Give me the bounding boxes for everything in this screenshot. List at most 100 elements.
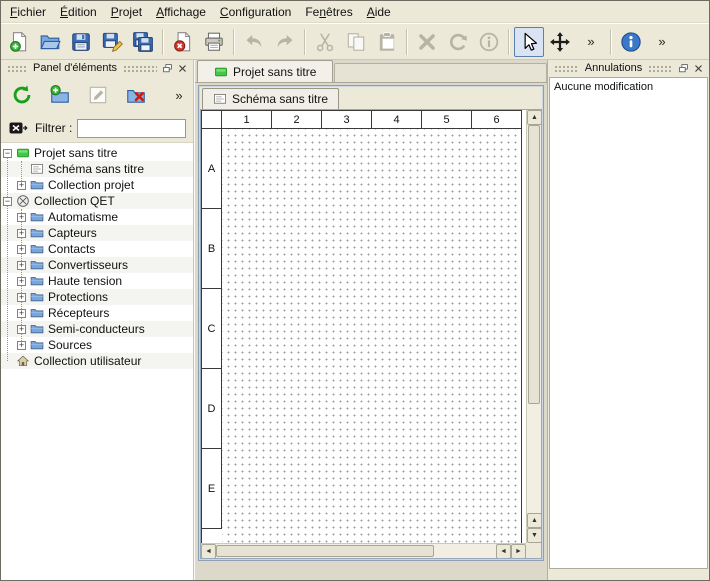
save-all-button[interactable] bbox=[128, 27, 158, 57]
delete-element-button[interactable] bbox=[121, 80, 151, 110]
open-project-button[interactable] bbox=[35, 27, 65, 57]
expander-plus[interactable]: + bbox=[17, 325, 26, 334]
elements-overflow-button[interactable]: » bbox=[171, 80, 187, 110]
folder-icon bbox=[30, 258, 44, 272]
expander-plus[interactable]: + bbox=[17, 213, 26, 222]
tree-item-collection-projet[interactable]: +Collection projet bbox=[1, 177, 193, 193]
tree-item-recepteurs[interactable]: +Récepteurs bbox=[1, 305, 193, 321]
tree-item-capteurs[interactable]: +Capteurs bbox=[1, 225, 193, 241]
element-new-icon bbox=[49, 84, 71, 106]
horizontal-scroll-thumb[interactable] bbox=[216, 545, 434, 557]
horizontal-scrollbar[interactable]: ◄ ◄ ► bbox=[201, 543, 526, 558]
toolbar-separator bbox=[508, 29, 510, 55]
move-cross-icon bbox=[549, 31, 571, 53]
tree-guide-line bbox=[7, 153, 8, 361]
elements-panel-header[interactable]: Panel d'éléments bbox=[1, 60, 193, 76]
cut-button bbox=[310, 27, 340, 57]
tree-item-schema-sans-titre[interactable]: Schéma sans titre bbox=[1, 161, 193, 177]
tree-item-semi-conducteurs[interactable]: +Semi-conducteurs bbox=[1, 321, 193, 337]
tree-item-haute-tension[interactable]: +Haute tension bbox=[1, 273, 193, 289]
project-subwindow: Schéma sans titre 123456 ABCDE ▲ bbox=[198, 85, 544, 561]
schema-icon bbox=[30, 162, 44, 176]
expander-plus[interactable]: + bbox=[17, 261, 26, 270]
tree-item-projet-sans-titre[interactable]: −Projet sans titre bbox=[1, 145, 193, 161]
menu-aide[interactable]: Aide bbox=[360, 2, 398, 22]
clear-filter-button[interactable] bbox=[6, 116, 30, 140]
close-file-button[interactable] bbox=[168, 27, 198, 57]
reload-collections-button[interactable] bbox=[7, 80, 37, 110]
tree-item-label: Collection utilisateur bbox=[34, 354, 141, 368]
save-as-button[interactable] bbox=[97, 27, 127, 57]
float-panel-button[interactable] bbox=[676, 61, 691, 75]
dock-grip[interactable] bbox=[123, 64, 157, 72]
ruler-column-1: 1 bbox=[222, 111, 272, 129]
expander-plus[interactable]: + bbox=[17, 341, 26, 350]
expander-plus[interactable]: + bbox=[17, 229, 26, 238]
dock-grip[interactable] bbox=[648, 64, 673, 72]
print-button[interactable] bbox=[199, 27, 229, 57]
undo-panel-header[interactable]: Annulations bbox=[548, 60, 709, 76]
float-panel-button[interactable] bbox=[160, 61, 175, 75]
scroll-up-button-2[interactable]: ▲ bbox=[527, 513, 542, 528]
menu-configuration[interactable]: Configuration bbox=[213, 2, 298, 22]
scroll-left-button-2[interactable]: ◄ bbox=[496, 544, 511, 559]
expander-plus[interactable]: + bbox=[17, 245, 26, 254]
tree-item-collection-qet[interactable]: −Collection QET bbox=[1, 193, 193, 209]
dock-grip[interactable] bbox=[7, 64, 27, 72]
expander-minus[interactable]: − bbox=[3, 197, 12, 206]
expander-plus[interactable]: + bbox=[17, 309, 26, 318]
save-button[interactable] bbox=[66, 27, 96, 57]
tab-projet-sans-titre[interactable]: Projet sans titre bbox=[197, 60, 333, 82]
scroll-left-button[interactable]: ◄ bbox=[201, 544, 216, 559]
tree-item-automatisme[interactable]: +Automatisme bbox=[1, 209, 193, 225]
vertical-scroll-track[interactable] bbox=[527, 125, 541, 513]
diagram-grid[interactable] bbox=[222, 129, 522, 559]
selection-mode-button[interactable] bbox=[514, 27, 544, 57]
menu-affichage[interactable]: Affichage bbox=[149, 2, 213, 22]
dock-grip[interactable] bbox=[554, 64, 579, 72]
filter-input[interactable] bbox=[77, 119, 186, 138]
ruler-row-E: E bbox=[202, 449, 222, 529]
expander-plus[interactable]: + bbox=[17, 181, 26, 190]
vertical-scrollbar[interactable]: ▲ ▲ ▼ bbox=[526, 110, 541, 543]
expander-plus[interactable]: + bbox=[17, 293, 26, 302]
vertical-scroll-thumb[interactable] bbox=[528, 125, 540, 404]
elements-panel: Panel d'éléments » Filtrer : −Projet san… bbox=[1, 60, 194, 580]
rotate-icon bbox=[447, 31, 469, 53]
tree-item-collection-utilisateur[interactable]: Collection utilisateur bbox=[1, 353, 193, 369]
toolbar-separator bbox=[233, 29, 235, 55]
tree-item-sources[interactable]: + Sources bbox=[1, 337, 193, 353]
pan-mode-button[interactable] bbox=[545, 27, 575, 57]
tree-item-protections[interactable]: +Protections bbox=[1, 289, 193, 305]
horizontal-scroll-track[interactable] bbox=[216, 544, 496, 558]
diagram-view[interactable]: 123456 ABCDE ▲ ▲ ▼ bbox=[200, 109, 542, 559]
menu-fenetres[interactable]: Fenêtres bbox=[298, 2, 359, 22]
tree-item-convertisseurs[interactable]: +Convertisseurs bbox=[1, 257, 193, 273]
menu-projet[interactable]: Projet bbox=[104, 2, 149, 22]
folder-icon bbox=[30, 210, 44, 224]
project-icon bbox=[16, 146, 30, 160]
undo-history-list[interactable]: Aucune modification bbox=[549, 77, 708, 569]
expander-minus[interactable]: − bbox=[3, 149, 12, 158]
scroll-down-button[interactable]: ▼ bbox=[527, 528, 542, 543]
close-panel-button[interactable] bbox=[175, 61, 190, 75]
new-element-button[interactable] bbox=[45, 80, 75, 110]
help-overflow-button[interactable]: » bbox=[647, 27, 677, 57]
about-button[interactable] bbox=[616, 27, 646, 57]
toolbar-overflow-button[interactable]: » bbox=[576, 27, 606, 57]
tree-item-label: Sources bbox=[48, 338, 92, 352]
close-file-icon bbox=[172, 31, 194, 53]
expander-plus[interactable]: + bbox=[17, 277, 26, 286]
tab-schema-sans-titre[interactable]: Schéma sans titre bbox=[202, 88, 339, 109]
info-icon bbox=[478, 31, 500, 53]
scroll-up-button[interactable]: ▲ bbox=[527, 110, 542, 125]
menu-edition[interactable]: Édition bbox=[53, 2, 104, 22]
ruler-row-D: D bbox=[202, 369, 222, 449]
close-panel-button[interactable] bbox=[691, 61, 706, 75]
delete-icon bbox=[416, 31, 438, 53]
tree-item-contacts[interactable]: +Contacts bbox=[1, 241, 193, 257]
folder-icon bbox=[30, 178, 44, 192]
menu-fichier[interactable]: Fichier bbox=[3, 2, 53, 22]
new-project-button[interactable] bbox=[4, 27, 34, 57]
scroll-right-button[interactable]: ► bbox=[511, 544, 526, 559]
